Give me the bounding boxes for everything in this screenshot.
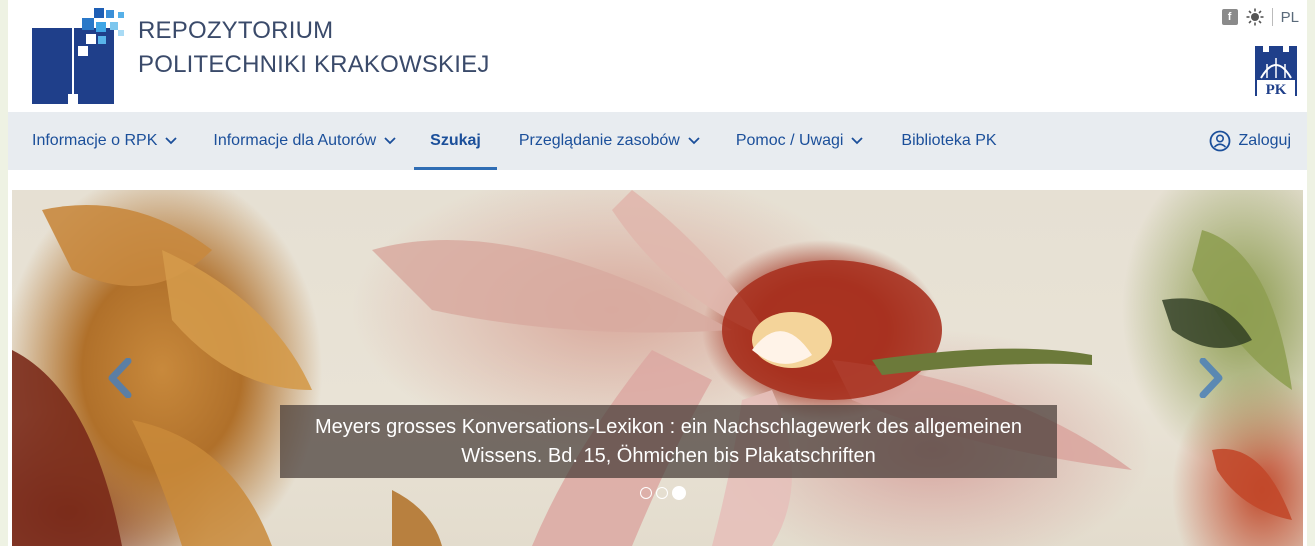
site-title-line1: REPOZYTORIUM (138, 17, 334, 44)
separator (1271, 8, 1273, 26)
carousel-indicators (640, 486, 686, 500)
page: REPOZYTORIUM POLITECHNIKI KRAKOWSKIEJ f … (8, 0, 1307, 546)
chevron-down-icon (688, 137, 700, 145)
contrast-icon[interactable] (1246, 8, 1264, 26)
carousel-dot-active[interactable] (672, 486, 686, 500)
login-label: Zaloguj (1238, 132, 1291, 149)
carousel-dot[interactable] (656, 487, 668, 499)
nav-item-informacje-o-rpk[interactable]: Informacje o RPK (32, 112, 178, 170)
nav-item-szukaj[interactable]: Szukaj (414, 112, 497, 170)
chevron-down-icon (165, 137, 178, 145)
carousel-caption[interactable]: Meyers grosses Konversations-Lexikon : e… (280, 405, 1057, 478)
nav-item-label: Informacje dla Autorów (213, 132, 377, 149)
site-title-line2: POLITECHNIKI KRAKOWSKIEJ (138, 51, 490, 78)
pk-logo-text: PK (1266, 82, 1287, 98)
pk-logo[interactable]: PK (1253, 42, 1299, 98)
carousel-prev-arrow-icon[interactable] (104, 358, 134, 398)
nav-item-przegladanie-zasobow[interactable]: Przeglądanie zasobów (519, 112, 700, 170)
nav-item-label: Biblioteka PK (901, 132, 997, 149)
header: REPOZYTORIUM POLITECHNIKI KRAKOWSKIEJ f … (8, 0, 1307, 112)
chevron-down-icon (384, 137, 396, 145)
image-carousel[interactable]: Meyers grosses Konversations-Lexikon : e… (12, 190, 1303, 546)
main-nav: Informacje o RPK Informacje dla Autorów … (8, 112, 1307, 170)
chevron-down-icon (851, 137, 864, 145)
nav-item-label: Szukaj (430, 132, 481, 149)
carousel-dot[interactable] (640, 487, 652, 499)
login-button[interactable]: Zaloguj (1209, 112, 1291, 170)
carousel-caption-text: Meyers grosses Konversations-Lexikon : e… (314, 416, 1023, 467)
nav-item-label: Pomoc / Uwagi (735, 132, 844, 149)
nav-item-biblioteka-pk[interactable]: Biblioteka PK (901, 112, 996, 170)
language-switch[interactable]: PL (1281, 9, 1299, 26)
nav-item-label: Informacje o RPK (32, 132, 158, 149)
facebook-icon[interactable]: f (1221, 9, 1238, 25)
site-title[interactable]: REPOZYTORIUM POLITECHNIKI KRAKOWSKIEJ (138, 14, 490, 82)
nav-item-informacje-dla-autorow[interactable]: Informacje dla Autorów (213, 112, 396, 170)
carousel-next-arrow-icon[interactable] (1197, 358, 1227, 398)
top-right-tools: f PL (1221, 8, 1299, 26)
nav-item-pomoc-uwagi[interactable]: Pomoc / Uwagi (736, 112, 864, 170)
repository-logo[interactable] (32, 8, 132, 104)
nav-item-label: Przeglądanie zasobów (518, 132, 680, 149)
user-icon (1209, 130, 1230, 152)
